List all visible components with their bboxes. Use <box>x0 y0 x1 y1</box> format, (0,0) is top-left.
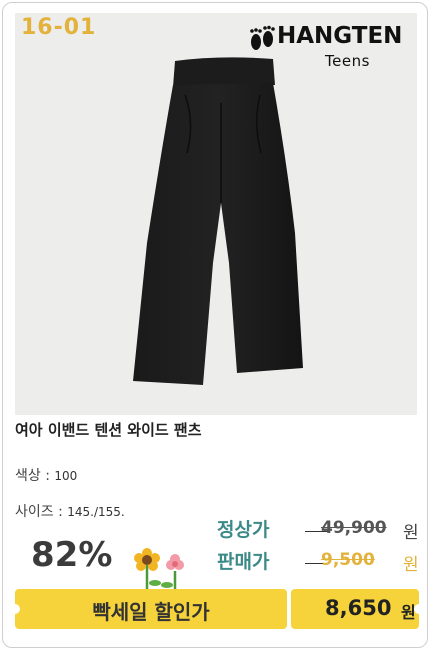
deal-banner[interactable]: 빡세일 할인가 <box>10 589 287 629</box>
sale-price-value: 9,500 <box>321 550 375 570</box>
deal-banner-text: 빡세일 할인가 <box>92 600 210 624</box>
product-photo[interactable]: 16-01 HANGTEN Teens <box>15 13 417 415</box>
color-spec: 색상 : 100 <box>15 465 77 485</box>
brand-logo: HANGTEN Teens <box>247 23 417 79</box>
flowers-icon <box>134 548 184 589</box>
brand-subtitle: Teens <box>325 52 370 70</box>
color-label: 색상 : <box>15 468 55 484</box>
color-value: 100 <box>54 469 78 483</box>
regular-price-value: 49,900 <box>321 518 387 538</box>
size-spec: 사이즈 : 145./155. <box>15 501 125 521</box>
regular-price-label: 정상가 <box>217 519 270 541</box>
regular-price-currency: 원 <box>403 523 419 543</box>
size-value: 145./155. <box>67 505 125 519</box>
discount-rate: 82% <box>31 535 113 575</box>
brand-name: HANGTEN <box>277 23 403 49</box>
footprint-icon <box>250 25 275 50</box>
product-card[interactable]: 16-01 HANGTEN Teens 여아 이밴드 텐션 와이드 팬츠 색상 … <box>2 2 428 648</box>
sale-price-label: 판매가 <box>217 551 270 573</box>
product-code: 16-01 <box>21 15 97 40</box>
product-title[interactable]: 여아 이밴드 텐션 와이드 팬츠 <box>15 419 202 440</box>
sale-price-currency: 원 <box>403 555 419 575</box>
size-label: 사이즈 : <box>15 504 68 520</box>
final-price-value: 8,650 <box>325 596 392 620</box>
final-price-currency: 원 <box>401 603 416 622</box>
